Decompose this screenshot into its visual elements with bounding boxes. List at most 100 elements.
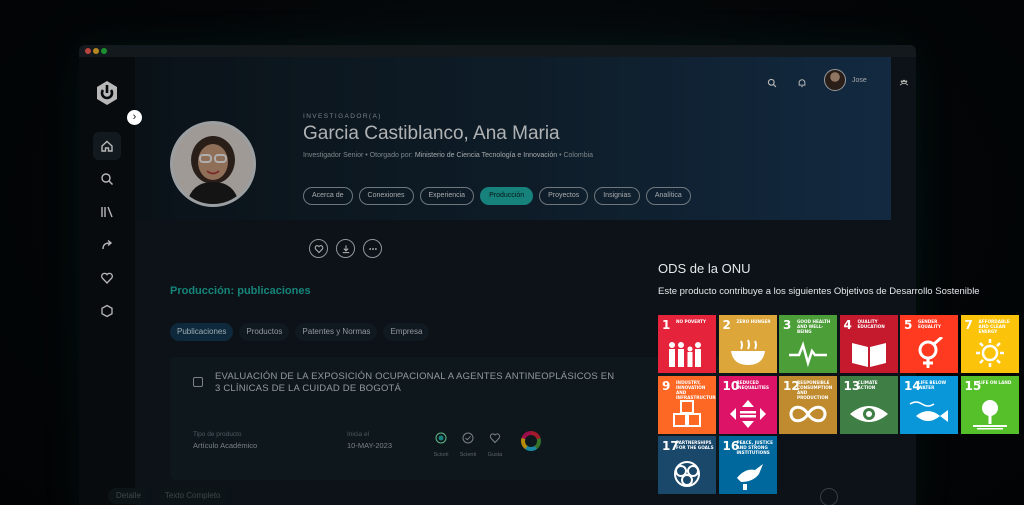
nav-library[interactable] [93, 198, 121, 226]
nav-search[interactable] [93, 165, 121, 193]
tree-icon [972, 399, 1007, 429]
ods-description: Este producto contribuye a los siguiente… [658, 286, 980, 297]
publication-checkbox[interactable] [193, 377, 203, 387]
heartbeat-icon [789, 341, 827, 368]
home-icon [101, 140, 113, 152]
tab-insignias[interactable]: Insignias [594, 187, 640, 205]
sdg-number: 2 [722, 318, 731, 332]
sdg-tile-15[interactable]: 15 Life on land [960, 375, 1019, 434]
tab-empresa[interactable]: Empresa [383, 323, 430, 341]
sdg-tile-3[interactable]: 3 Good health and well-being [779, 315, 837, 373]
sdg-title: Reduced inequalities [736, 379, 770, 390]
heart-icon [489, 433, 501, 444]
dove-icon [736, 464, 763, 490]
sdg-title: Peace, justice and strong institutions [736, 440, 773, 455]
tab-acerca-de[interactable]: Acerca de [303, 187, 353, 205]
metric-sciorii[interactable]: Sciorii [428, 431, 454, 458]
sdg-number: 3 [783, 318, 792, 332]
tab-patentes-normas[interactable]: Patentes y Normas [295, 323, 378, 341]
sdg-title: Good health and well-being [797, 319, 831, 334]
book-icon [851, 343, 886, 367]
apps-menu-button[interactable] [893, 72, 915, 94]
check-circle-icon [462, 432, 474, 444]
start-date-label: Inicia el [347, 431, 370, 438]
sdg-title: Affordable and clean energy [978, 319, 1010, 334]
publication-card[interactable]: EVALUACIÓN DE LA EXPOSICIÓN OCUPACIONAL … [170, 357, 730, 480]
sdg-wheel-icon[interactable] [521, 431, 541, 451]
metric-scienti[interactable]: Scienti [455, 431, 481, 458]
library-icon [101, 206, 113, 218]
tab-productos[interactable]: Productos [239, 323, 290, 341]
eye-icon [849, 405, 888, 422]
infinity-icon [789, 405, 827, 422]
target-icon [435, 432, 447, 444]
sdg-tile-1[interactable]: 1 No poverty [658, 315, 716, 373]
share-icon [102, 239, 113, 250]
product-type-value: Artículo Académico [193, 441, 258, 450]
hexagon-icon [101, 304, 113, 318]
tab-analitica[interactable]: Analítica [645, 187, 691, 205]
metric-label: Sciorii [433, 452, 449, 458]
sdg-tile-16[interactable]: 16 Peace, justice and strong institutions [718, 436, 777, 494]
notifications-button[interactable] [791, 72, 813, 94]
sdg-number: 7 [964, 318, 973, 332]
profile-photo [170, 121, 256, 207]
ods-title: ODS de la ONU [658, 261, 751, 276]
sdg-title: Industry, innovation and infrastructure [676, 379, 716, 400]
sdg-tile-4[interactable]: 4 Quality education [839, 315, 898, 373]
sdg-tile-5[interactable]: 5 Gender equality [900, 315, 958, 373]
app-logo-icon[interactable] [93, 79, 121, 107]
download-icon [342, 244, 349, 253]
sdg-title: Partnerships for the goals [676, 440, 714, 450]
more-options-button[interactable] [363, 239, 382, 258]
nav-badges[interactable] [93, 297, 121, 325]
sdg-title: Responsible consumption and production [797, 379, 833, 400]
metric-label: Scienti [459, 452, 477, 458]
production-filter-tabs: Publicaciones Productos Patentes y Norma… [170, 323, 430, 341]
close-window-button[interactable] [85, 48, 91, 54]
rings-icon [674, 461, 700, 487]
minimize-window-button[interactable] [93, 48, 99, 54]
sdg-title: Quality education [857, 319, 885, 329]
tab-conexiones[interactable]: Conexiones [358, 187, 414, 205]
sdg-title: Zero hunger [736, 319, 771, 324]
tab-publicaciones[interactable]: Publicaciones [170, 323, 234, 341]
sdg-number: 5 [904, 318, 913, 332]
metric-label: Gusta [487, 452, 503, 458]
sdg-tile-9[interactable]: 9 Industry, innovation and infrastructure [658, 375, 716, 434]
tab-experiencia[interactable]: Experiencia [419, 187, 475, 205]
profile-kicker: INVESTIGADOR(A) [303, 113, 382, 120]
sdg-tile-2[interactable]: 2 Zero hunger [718, 315, 777, 373]
tab-produccion[interactable]: Producción [480, 187, 534, 205]
sdg-title: Gender equality [918, 319, 942, 329]
nav-share[interactable] [93, 231, 121, 259]
tab-texto-completo[interactable]: Texto Completo [156, 488, 229, 504]
search-icon [767, 78, 777, 88]
user-menu[interactable]: Jose [824, 69, 867, 91]
bowl-icon [730, 339, 765, 365]
sdg-tile-13[interactable]: 13 Climate action [839, 375, 898, 434]
sdg-tile-17[interactable]: 17 Partnerships for the goals [658, 436, 716, 494]
maximize-window-button[interactable] [101, 48, 107, 54]
sidebar-toggle-button[interactable]: › [127, 110, 142, 125]
sdg-tile-10[interactable]: 10 Reduced inequalities [718, 375, 777, 434]
nav-favorites[interactable] [93, 264, 121, 292]
card-bottom-tabs: Detalle Texto Completo [108, 488, 229, 504]
fish-icon [909, 400, 948, 422]
topbar-search-button[interactable] [761, 72, 783, 94]
nav-home[interactable] [93, 132, 121, 160]
metric-gusta[interactable]: Gusta [482, 431, 508, 458]
download-button[interactable] [336, 239, 355, 258]
sun-icon [975, 339, 1004, 367]
sdg-tile-7[interactable]: 7 Affordable and clean energy [960, 315, 1019, 373]
publication-title[interactable]: EVALUACIÓN DE LA EXPOSICIÓN OCUPACIONAL … [215, 371, 615, 395]
tab-detalle[interactable]: Detalle [108, 488, 149, 504]
tab-proyectos[interactable]: Proyectos [539, 187, 589, 205]
section-title: Producción: publicaciones [170, 285, 311, 297]
like-button[interactable] [309, 239, 328, 258]
sidebar [79, 57, 135, 505]
heart-icon [101, 272, 113, 284]
sdg-tile-14[interactable]: 14 Life below water [900, 375, 958, 434]
search-icon [101, 173, 113, 185]
sdg-tile-12[interactable]: 12 Responsible consumption and production [779, 375, 837, 434]
